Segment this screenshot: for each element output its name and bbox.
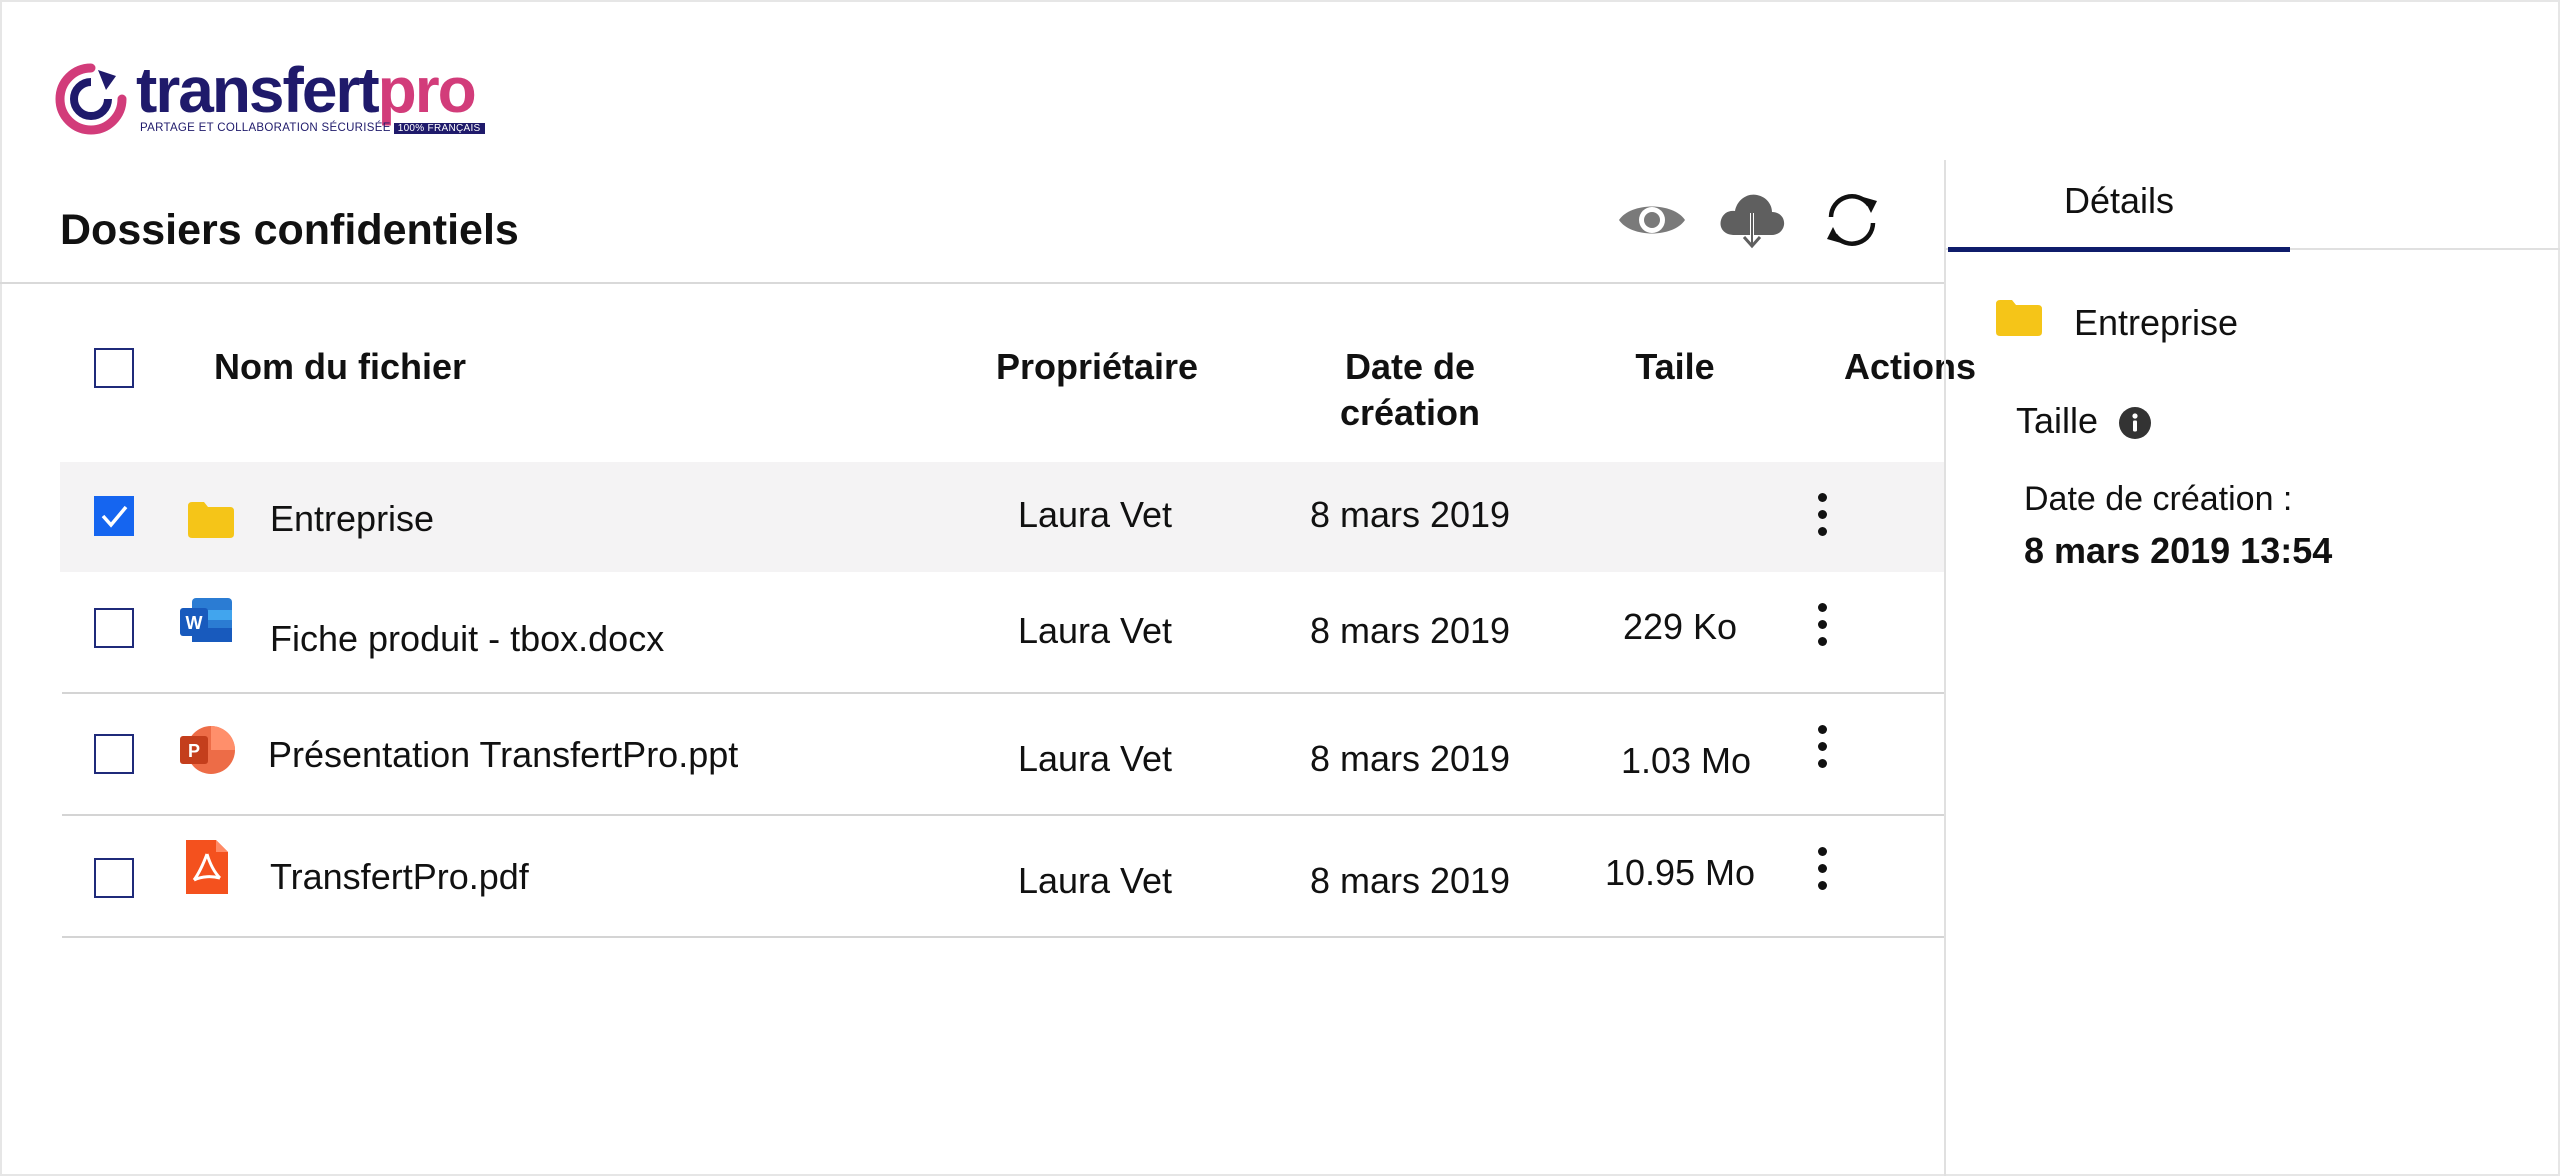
svg-text:P: P	[188, 741, 200, 761]
pdf-file-icon	[186, 840, 228, 894]
col-header-created-line2: création	[1339, 392, 1481, 433]
file-name[interactable]: Fiche produit - tbox.docx	[270, 618, 664, 660]
file-owner: Laura Vet	[1017, 860, 1173, 901]
logo-tagline: PARTAGE ET COLLABORATION SÉCURISÉE 100% F…	[140, 122, 485, 134]
details-date-label: Date de création :	[2024, 480, 2293, 518]
details-item-name: Entreprise	[2074, 302, 2239, 343]
details-panel: Détails Entreprise Taille Date de créati…	[1944, 160, 2560, 1176]
table-row[interactable]: TransfertPro.pdf Laura Vet 8 mars 2019 1…	[60, 816, 1946, 938]
table-row[interactable]: W Fiche produit - tbox.docx Laura Vet 8 …	[60, 572, 1946, 694]
file-name[interactable]: Entreprise	[270, 498, 434, 540]
row-checkbox[interactable]	[94, 858, 134, 898]
download-button[interactable]	[1714, 185, 1790, 255]
kebab-dot	[1817, 602, 1827, 612]
info-icon[interactable]	[2118, 406, 2152, 440]
col-header-name[interactable]: Nom du fichier	[214, 344, 466, 390]
row-actions-menu[interactable]	[1802, 836, 1842, 900]
cloud-download-icon	[1720, 194, 1785, 249]
checkmark-icon	[101, 505, 128, 528]
details-size-label: Taille	[2016, 400, 2099, 441]
preview-button[interactable]	[1614, 185, 1690, 255]
kebab-dot	[1817, 880, 1827, 890]
svg-text:W: W	[186, 613, 203, 633]
tab-active-indicator	[1948, 247, 2290, 252]
word-file-icon: W	[180, 598, 232, 642]
kebab-dot	[1817, 758, 1827, 768]
row-checkbox[interactable]	[94, 734, 134, 774]
row-checkbox[interactable]	[94, 496, 134, 536]
logo-badge: 100% FRANÇAIS	[393, 123, 485, 134]
row-divider	[62, 936, 1946, 938]
folder-icon	[188, 502, 234, 538]
kebab-dot	[1817, 846, 1827, 856]
table-row[interactable]: Entreprise Laura Vet 8 mars 2019	[60, 462, 1946, 572]
page-title: Dossiers confidentiels	[60, 206, 519, 254]
row-actions-menu[interactable]	[1802, 482, 1842, 546]
file-name[interactable]: Présentation TransfertPro.ppt	[268, 734, 738, 776]
file-date: 8 mars 2019	[1309, 738, 1511, 779]
kebab-dot	[1817, 863, 1827, 873]
eye-icon	[1619, 206, 1685, 234]
kebab-dot	[1817, 741, 1827, 751]
kebab-dot	[1817, 526, 1827, 536]
select-all-checkbox[interactable]	[94, 348, 134, 388]
table-row[interactable]: P Présentation TransfertPro.ppt Laura Ve…	[60, 694, 1946, 816]
tab-details-label: Détails	[2063, 180, 2175, 221]
file-owner: Laura Vet	[1017, 610, 1173, 651]
kebab-dot	[1817, 619, 1827, 629]
kebab-dot	[1817, 492, 1827, 502]
header-divider	[0, 282, 1946, 284]
transfertpro-logo: transfertpro PARTAGE ET COLLABORATION SÉ…	[54, 54, 494, 140]
logo-wordmark: transfertpro	[136, 54, 477, 126]
file-owner: Laura Vet	[1017, 738, 1173, 779]
kebab-dot	[1817, 724, 1827, 734]
kebab-dot	[1817, 636, 1827, 646]
file-size: 229 Ko	[1622, 606, 1738, 647]
row-actions-menu[interactable]	[1802, 592, 1842, 656]
refresh-icon	[1827, 194, 1877, 246]
file-size: 10.95 Mo	[1604, 852, 1756, 893]
file-owner: Laura Vet	[1017, 494, 1173, 535]
kebab-dot	[1817, 509, 1827, 519]
file-name[interactable]: TransfertPro.pdf	[270, 856, 529, 898]
folder-icon	[1996, 300, 2042, 336]
row-checkbox[interactable]	[94, 608, 134, 648]
file-size: 1.03 Mo	[1620, 740, 1752, 781]
details-date-value: 8 mars 2019 13:54	[2024, 530, 2333, 571]
powerpoint-file-icon: P	[180, 726, 235, 774]
row-actions-menu[interactable]	[1802, 714, 1842, 778]
file-date: 8 mars 2019	[1309, 494, 1511, 535]
refresh-button[interactable]	[1814, 185, 1890, 255]
logo-mark-icon	[55, 63, 127, 135]
tab-details[interactable]: Détails	[1948, 180, 2290, 252]
